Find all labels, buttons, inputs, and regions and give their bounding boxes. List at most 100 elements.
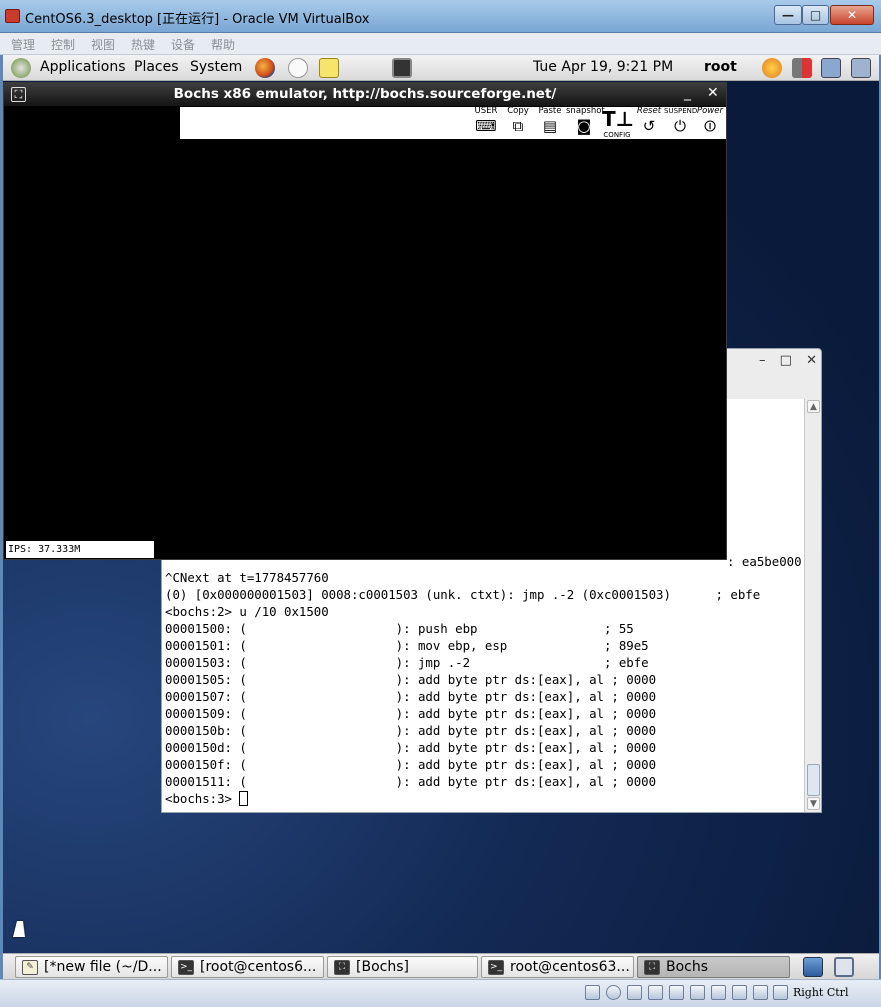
menu-devices[interactable]: 设备 — [171, 36, 195, 53]
menu-hotkey[interactable]: 热键 — [131, 36, 155, 53]
taskbar-item-bochs-active[interactable]: ⛶ Bochs — [637, 956, 790, 978]
terminal-close-button[interactable]: ✕ — [806, 353, 817, 368]
terminal-partial-line: : ea5be000 — [727, 554, 802, 569]
show-desktop-icon[interactable] — [803, 957, 823, 977]
usb-icon[interactable] — [648, 985, 663, 1000]
taskbar-item-bochs-hidden[interactable]: ⛶ [Bochs] — [327, 956, 478, 978]
terminal-minimize-button[interactable]: – — [759, 353, 766, 368]
video-capture-icon[interactable] — [711, 985, 726, 1000]
trash-icon[interactable] — [851, 58, 871, 78]
menu-help[interactable]: 帮助 — [211, 36, 235, 53]
bochs-icon: ⛶ — [644, 960, 660, 975]
terminal-scrollbar[interactable]: ▲ ▼ — [804, 399, 821, 812]
terminal-line: 00001505: ( ): add byte ptr ds:[eax], al… — [165, 672, 657, 687]
copy-button[interactable]: Copy ⧉ — [504, 107, 532, 138]
workspace-switcher-icon[interactable] — [834, 957, 854, 977]
bochs-close-button[interactable]: ✕ — [707, 85, 719, 101]
scrollbar-thumb[interactable] — [807, 764, 820, 796]
suspend-button[interactable]: SUSPEND ⏻ — [664, 107, 697, 138]
bochs-emulator-display[interactable] — [4, 139, 726, 537]
suspend-icon: ⏻ — [674, 117, 686, 135]
keyboard-capture-icon[interactable] — [773, 985, 788, 1000]
scroll-down-arrow-icon[interactable]: ▼ — [807, 797, 820, 810]
bochs-window: ⛶ Bochs x86 emulator, http://bochs.sourc… — [3, 82, 727, 560]
gnome-foot-icon — [11, 58, 31, 78]
gnome-bottom-panel: ✎ [*new file (~/D... >_ [root@centos6... ⛶… — [3, 953, 879, 979]
camera-icon: ◙ — [576, 117, 592, 135]
panel-user[interactable]: root — [704, 59, 737, 75]
terminal-window-controls: – □ ✕ — [749, 353, 817, 368]
terminal-prompt-line: <bochs:3> — [165, 791, 249, 806]
terminal-icon: >_ — [488, 960, 504, 975]
cpu-icon[interactable] — [732, 985, 747, 1000]
bochs-minimize-button[interactable]: _ — [684, 85, 691, 101]
mouse-integration-icon[interactable] — [753, 985, 768, 1000]
places-menu[interactable]: Places — [134, 59, 179, 75]
reset-button[interactable]: Reset ↺ — [632, 107, 666, 138]
host-key-label: Right Ctrl — [793, 986, 849, 999]
snapshot-button[interactable]: snapshot ◙ — [566, 107, 605, 138]
host-menubar: 管理 控制 视图 热键 设备 帮助 — [0, 33, 881, 55]
terminal-line: 0000150d: ( ): add byte ptr ds:[eax], al… — [165, 740, 657, 755]
terminal-line: 0000150b: ( ): add byte ptr ds:[eax], al… — [165, 723, 657, 738]
terminal-icon: >_ — [178, 960, 194, 975]
host-close-button[interactable]: ✕ — [830, 5, 874, 25]
power-icon: ⏼ — [704, 117, 716, 135]
scroll-up-arrow-icon[interactable]: ▲ — [807, 400, 820, 413]
menu-manage[interactable]: 管理 — [11, 36, 35, 53]
notes-icon[interactable] — [319, 58, 339, 78]
terminal-maximize-button[interactable]: □ — [780, 353, 792, 368]
system-menu[interactable]: System — [190, 59, 242, 75]
copy-icon: ⧉ — [512, 117, 524, 135]
menu-view[interactable]: 视图 — [91, 36, 115, 53]
taskbar-item-terminal-2[interactable]: >_ root@centos63... — [481, 956, 634, 978]
terminal-line: 00001507: ( ): add byte ptr ds:[eax], al… — [165, 689, 657, 704]
terminal-line: (0) [0x000000001503] 0008:c0001503 (unk.… — [165, 587, 761, 602]
menu-control[interactable]: 控制 — [51, 36, 75, 53]
terminal-line: ^CNext at t=1778457760 — [165, 570, 329, 585]
terminal-line: 00001501: ( ): mov ebp, esp ; 89e5 — [165, 638, 649, 653]
bochs-icon: ⛶ — [334, 960, 350, 975]
applications-menu[interactable]: Applications — [40, 59, 126, 75]
config-button[interactable]: T⊥ CONFIG — [602, 107, 634, 139]
host-minimize-button[interactable]: — — [774, 5, 802, 25]
terminal-icon[interactable] — [392, 58, 412, 78]
clipboard-icon: ▤ — [542, 117, 558, 135]
text-editor-icon: ✎ — [22, 960, 38, 975]
terminal-line: 00001511: ( ): add byte ptr ds:[eax], al… — [165, 774, 657, 789]
terminal-line: 00001503: ( ): jmp .-2 ; ebfe — [165, 655, 649, 670]
hard-disk-icon[interactable] — [585, 985, 600, 1000]
terminal-line: 00001500: ( ): push ebp ; 55 — [165, 621, 634, 636]
terminal-line: <bochs:2> u /10 0x1500 — [165, 604, 329, 619]
firefox-icon[interactable] — [255, 58, 275, 78]
host-statusbar: Right Ctrl — [0, 979, 881, 1007]
terminal-prompt: <bochs:3> — [165, 791, 240, 806]
keyboard-icon: ⌨ — [475, 117, 497, 135]
terminal-line: 0000150f: ( ): add byte ptr ds:[eax], al… — [165, 757, 657, 772]
paste-button[interactable]: Paste ▤ — [536, 107, 564, 138]
guest-screen: Applications Places System Tue Apr 19, 9… — [3, 55, 879, 1003]
update-icon[interactable] — [762, 58, 782, 78]
network-icon[interactable] — [821, 58, 841, 78]
config-tools-icon: T⊥ — [602, 107, 634, 131]
ips-readout: IPS: 37.333M — [6, 541, 154, 558]
network-adapter-icon[interactable] — [627, 985, 642, 1000]
bochs-window-title: Bochs x86 emulator, http://bochs.sourcef… — [173, 86, 557, 102]
virtualbox-icon — [5, 9, 20, 23]
mail-icon[interactable] — [288, 58, 308, 78]
taskbar-item-terminal-1[interactable]: >_ [root@centos6... — [171, 956, 324, 978]
user-button[interactable]: USER ⌨ — [470, 107, 502, 138]
host-window-title: CentOS6.3_desktop [正在运行] - Oracle VM Vir… — [25, 12, 370, 27]
taskbar-item-text-editor[interactable]: ✎ [*new file (~/D... — [15, 956, 168, 978]
volume-muted-icon[interactable] — [792, 58, 812, 78]
shared-folders-icon[interactable] — [669, 985, 684, 1000]
bochs-toolbar: USER ⌨ Copy ⧉ Paste ▤ snapshot ◙ T⊥ CONFIG Re… — [180, 107, 726, 139]
host-titlebar: CentOS6.3_desktop [正在运行] - Oracle VM Vir… — [0, 0, 881, 33]
power-button[interactable]: Power ⏼ — [694, 107, 726, 138]
panel-clock[interactable]: Tue Apr 19, 9:21 PM — [533, 59, 673, 75]
terminal-cursor — [239, 791, 249, 806]
host-maximize-button[interactable]: □ — [802, 5, 829, 25]
display-icon[interactable] — [690, 985, 705, 1000]
terminal-line: 00001509: ( ): add byte ptr ds:[eax], al… — [165, 706, 657, 721]
optical-drive-icon[interactable] — [606, 985, 621, 1000]
